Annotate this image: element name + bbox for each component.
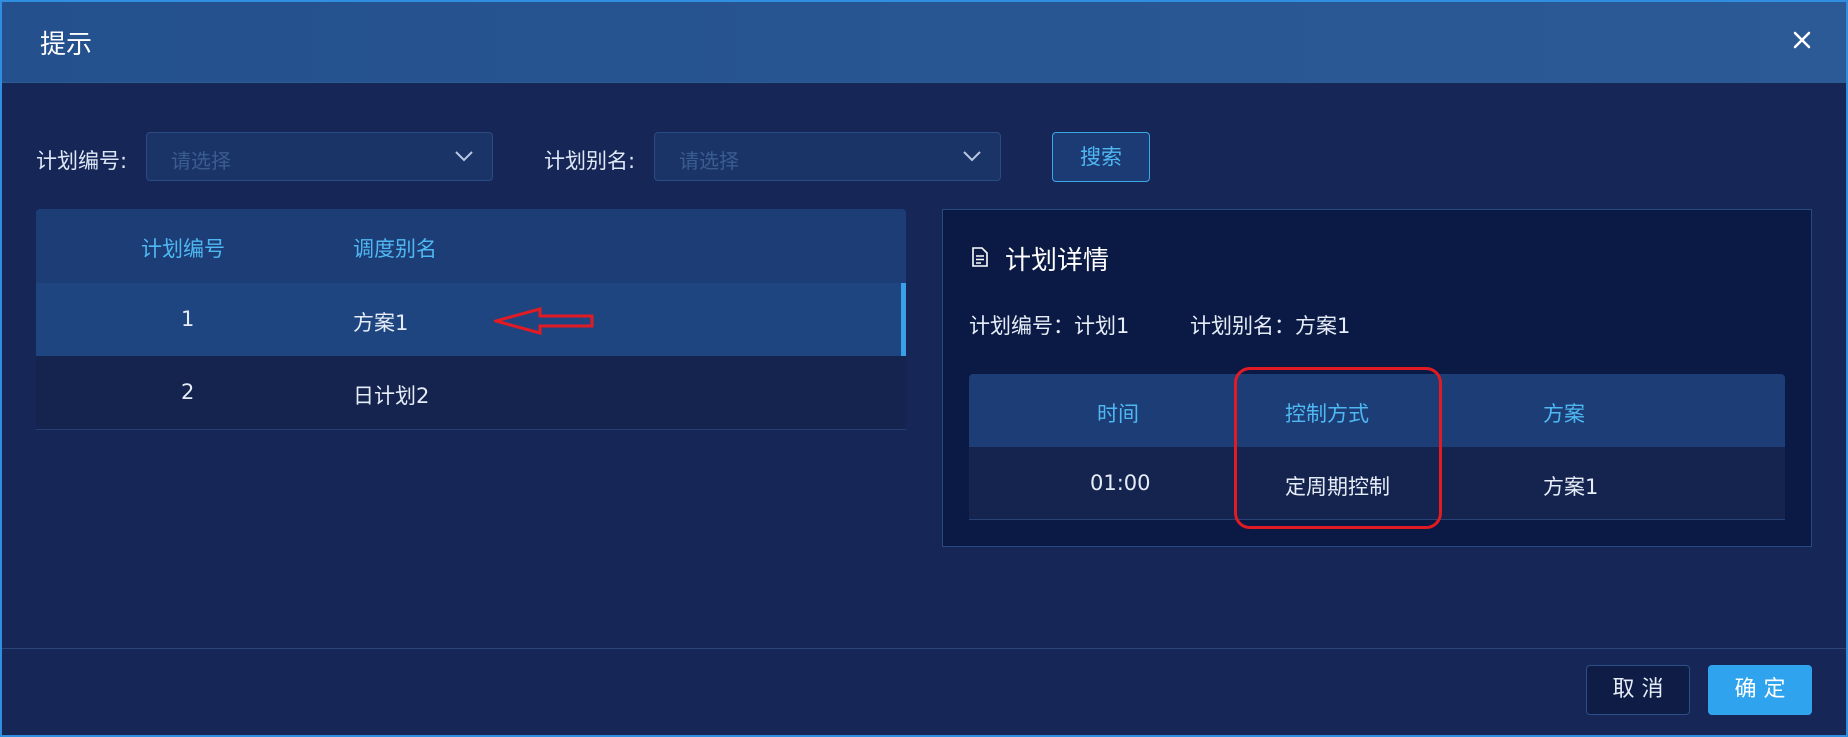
plan-no-placeholder: 请选择 <box>171 149 231 173</box>
plan-alias-select[interactable]: 请选择 <box>654 132 1001 181</box>
table-row[interactable]: 1 方案1 <box>36 283 906 357</box>
plan-table: 计划编号 调度别名 1 方案1 2 日计划2 <box>36 209 906 430</box>
dialog: 提示 计划编号: 请选择 计划别名: 请选择 搜索 计划编号 调度别名 1 方案… <box>0 0 1848 737</box>
cell-alias: 方案1 <box>353 311 409 335</box>
chevron-down-icon <box>962 148 982 162</box>
cell-time: 01:00 <box>1090 471 1151 495</box>
detail-title: 计划详情 <box>1005 246 1110 276</box>
confirm-button[interactable]: 确 定 <box>1708 665 1812 715</box>
detail-plan-no: 计划编号：计划1 <box>969 314 1130 338</box>
selected-indicator <box>901 283 906 356</box>
search-button[interactable]: 搜索 <box>1052 132 1150 182</box>
dialog-header: 提示 <box>2 2 1846 83</box>
table-row[interactable]: 2 日计划2 <box>36 356 906 430</box>
plan-no-label: 计划编号: <box>36 149 128 173</box>
close-icon[interactable] <box>1786 24 1818 56</box>
chevron-down-icon <box>454 148 474 162</box>
plan-alias-label: 计划别名: <box>544 149 636 173</box>
plan-no-select[interactable]: 请选择 <box>146 132 493 181</box>
column-header-plan-no: 计划编号 <box>141 237 225 261</box>
arrow-left-annotation <box>494 307 594 335</box>
cancel-button[interactable]: 取 消 <box>1586 665 1690 715</box>
column-header-plan: 方案 <box>1543 402 1585 426</box>
detail-plan-alias: 计划别名：方案1 <box>1190 314 1351 338</box>
dialog-title: 提示 <box>40 30 93 60</box>
footer-divider <box>2 648 1846 649</box>
column-header-time: 时间 <box>1097 402 1139 426</box>
plan-alias-placeholder: 请选择 <box>679 149 739 173</box>
cell-alias: 日计划2 <box>353 384 430 408</box>
cell-plan-no: 2 <box>181 380 195 404</box>
column-header-alias: 调度别名 <box>353 237 437 261</box>
cell-plan: 方案1 <box>1543 475 1599 499</box>
plan-table-header: 计划编号 调度别名 <box>36 209 906 283</box>
cell-plan-no: 1 <box>181 307 195 331</box>
document-icon <box>971 247 989 271</box>
highlight-annotation <box>1234 367 1442 529</box>
